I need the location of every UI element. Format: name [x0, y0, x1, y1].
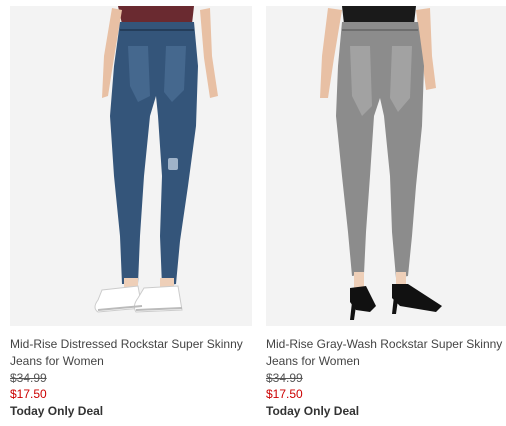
deal-badge: Today Only Deal — [266, 404, 360, 418]
product-name[interactable]: Mid-Rise Gray-Wash Rockstar Super Skinny… — [266, 336, 506, 370]
sale-price: $17.50 — [10, 387, 47, 401]
product-name[interactable]: Mid-Rise Distressed Rockstar Super Skinn… — [10, 336, 252, 370]
product-name-line-2[interactable]: Jeans for Women — [266, 353, 504, 370]
product-card-distressed-jeans[interactable]: Mid-Rise Distressed Rockstar Super Skinn… — [10, 6, 252, 422]
deal-badge: Today Only Deal — [10, 404, 104, 418]
product-name-line-1[interactable]: Mid-Rise Gray-Wash Rockstar Super Skinny — [266, 336, 504, 353]
original-price: $34.99 — [266, 371, 303, 385]
original-price: $34.99 — [10, 371, 47, 385]
product-image-distressed-jeans[interactable] — [10, 6, 252, 326]
product-image-gray-wash-jeans[interactable] — [266, 6, 506, 326]
product-grid: Mid-Rise Distressed Rockstar Super Skinn… — [0, 0, 506, 426]
product-name-line-1[interactable]: Mid-Rise Distressed Rockstar Super Skinn… — [10, 336, 248, 353]
product-name-line-2[interactable]: Jeans for Women — [10, 353, 248, 370]
product-card-gray-wash-jeans[interactable]: Mid-Rise Gray-Wash Rockstar Super Skinny… — [266, 6, 506, 422]
sale-price: $17.50 — [266, 387, 303, 401]
model-in-gray-jeans-illustration — [266, 6, 506, 326]
model-in-blue-jeans-illustration — [10, 6, 252, 326]
